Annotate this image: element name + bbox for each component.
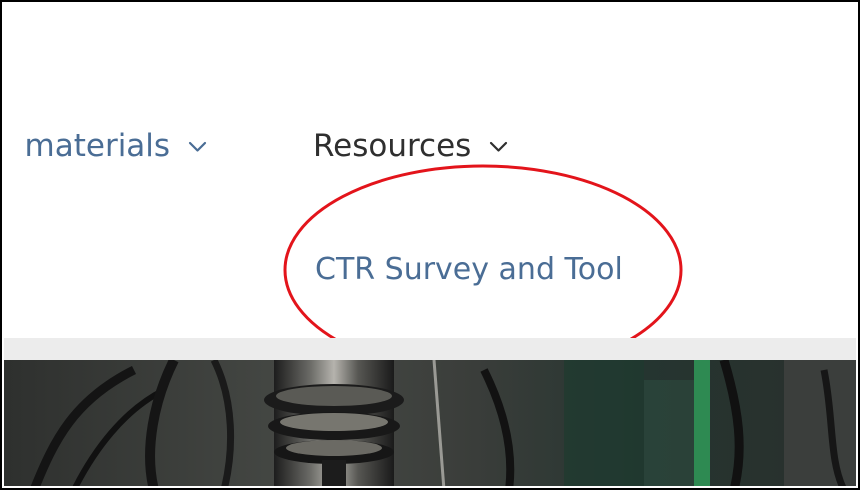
header-divider <box>4 338 856 360</box>
nav-item-resources[interactable]: Resources <box>313 126 508 166</box>
hero-machinery-illustration <box>4 360 856 486</box>
nav-item-materials[interactable]: g materials <box>4 126 240 166</box>
nav-item-resources-label: Resources <box>313 128 472 164</box>
chevron-down-icon <box>489 141 508 153</box>
screenshot-frame: g materials Resources CTR Survey and Too… <box>0 0 860 490</box>
nav-item-materials-label: g materials <box>4 128 171 164</box>
submenu-link-ctr-survey[interactable]: CTR Survey and Tool <box>315 250 623 290</box>
chevron-down-icon <box>188 141 207 153</box>
hero-image <box>4 360 856 486</box>
